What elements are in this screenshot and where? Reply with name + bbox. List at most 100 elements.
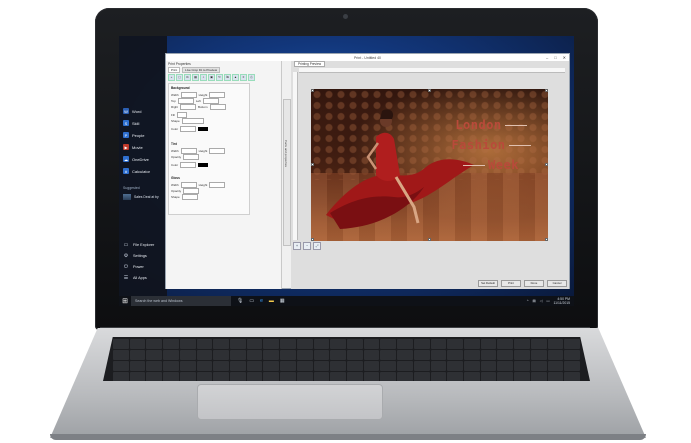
people-icon: P — [123, 132, 129, 138]
grid-icon[interactable]: ▦ — [192, 74, 199, 81]
laptop-lid: W Word S Skill P People ▶ Movie ☁ OneDri… — [95, 8, 598, 330]
start-power[interactable]: ⏻ Power — [123, 264, 144, 270]
resize-handle[interactable] — [545, 238, 548, 241]
shape-field[interactable] — [181, 118, 204, 124]
start-item-onedrive[interactable]: ☁ OneDrive — [123, 156, 149, 162]
clock[interactable]: 4:50 PM 11/11/2015 — [554, 297, 570, 305]
tint-swatch[interactable] — [198, 163, 209, 167]
top-field[interactable] — [177, 98, 194, 104]
keyboard-key — [464, 361, 480, 371]
keyboard-key — [497, 361, 514, 371]
start-all-apps[interactable]: ☰ All Apps — [123, 275, 147, 281]
resize-handle[interactable] — [428, 89, 431, 92]
keyboard-key — [246, 372, 263, 381]
tab-printing-preview[interactable]: Printing Preview — [294, 61, 326, 67]
start-file-explorer[interactable]: ▭ File Explorer — [123, 242, 155, 248]
set-default-button[interactable]: Set Default — [478, 280, 498, 287]
image-icon[interactable]: ▣ — [208, 74, 215, 81]
keyboard-key — [213, 372, 229, 381]
rotate-icon[interactable]: ↻ — [216, 74, 223, 81]
gloss-height-field[interactable] — [209, 182, 226, 188]
keyboard-key — [547, 350, 564, 360]
tint-width-field[interactable] — [180, 148, 197, 154]
windows-start-icon[interactable]: ⊞ — [119, 297, 131, 305]
tab-print[interactable]: Print — [168, 67, 181, 73]
field-label: Color — [171, 126, 179, 131]
keyboard-key — [113, 361, 129, 371]
start-item-label: Calculator — [132, 168, 151, 174]
color-field[interactable] — [180, 126, 197, 132]
color-icon[interactable]: ▲ — [232, 74, 239, 81]
chevron-up-icon[interactable]: ^ — [527, 299, 529, 303]
suggested-item[interactable]: Sales Deal at by — [123, 194, 159, 200]
gloss-shape-field[interactable] — [181, 194, 198, 200]
height-field[interactable] — [209, 92, 226, 98]
explorer-icon[interactable]: ▬ — [269, 298, 274, 304]
keyboard-key — [113, 350, 129, 360]
start-item-movie[interactable]: ▶ Movie — [123, 144, 143, 150]
panel-splitter[interactable]: Parts and properties — [283, 99, 291, 246]
task-view-icon[interactable]: ▭ — [249, 298, 254, 304]
tint-color-field[interactable] — [180, 162, 197, 168]
flip-icon[interactable]: ⇋ — [224, 74, 231, 81]
tint-height-field[interactable] — [209, 148, 226, 154]
left-field[interactable] — [202, 98, 219, 104]
print-icon[interactable]: ⎙ — [248, 74, 255, 81]
new-icon[interactable]: + — [168, 74, 175, 81]
keyboard-key — [480, 372, 497, 381]
copy-icon[interactable]: ⧉ — [184, 74, 191, 81]
keyboard-key — [146, 350, 163, 360]
gloss-width-field[interactable] — [180, 182, 197, 188]
keyboard-key — [347, 339, 363, 349]
color-swatch[interactable] — [198, 127, 209, 131]
start-item-label: OneDrive — [132, 156, 149, 162]
keyboard-key — [196, 372, 213, 381]
start-item-skill[interactable]: S Skill — [123, 120, 139, 126]
width-field[interactable] — [180, 92, 197, 98]
resize-handle[interactable] — [428, 238, 431, 241]
keyboard-key — [464, 350, 480, 360]
resize-handle[interactable] — [545, 89, 548, 92]
open-icon[interactable]: ▢ — [176, 74, 183, 81]
print-button[interactable]: Print — [501, 280, 521, 287]
zoom-in-icon[interactable]: + — [293, 242, 301, 250]
keyboard-key — [447, 339, 463, 349]
cancel-button[interactable]: Cancel — [547, 280, 567, 287]
properties-toolbar: + ▢ ⧉ ▦ ⌗ ▣ ↻ ⇋ ▲ ≡ ⎙ — [166, 73, 281, 82]
start-item-people[interactable]: P People — [123, 132, 144, 138]
store-icon[interactable]: ▦ — [280, 298, 285, 304]
keyboard-key — [497, 350, 514, 360]
resize-handle[interactable] — [545, 163, 548, 166]
resize-handle[interactable] — [311, 238, 314, 241]
keyboard-key — [413, 372, 430, 381]
bottom-field[interactable] — [209, 104, 226, 110]
tab-live-crop[interactable]: Live Crop Fit to Preview — [182, 67, 221, 73]
resize-handle[interactable] — [311, 163, 314, 166]
keyboard-key — [464, 339, 480, 349]
fit-icon[interactable]: ⤢ — [313, 242, 321, 250]
volume-icon[interactable]: ◁ — [540, 299, 543, 303]
start-item-calculator[interactable]: # Calculator — [123, 168, 150, 174]
taskbar-search[interactable]: Search the web and Windows — [131, 296, 231, 306]
network-icon[interactable]: ▤ — [532, 299, 535, 303]
layers-icon[interactable]: ≡ — [240, 74, 247, 81]
keyboard-key — [430, 350, 447, 360]
keyboard-key — [547, 339, 564, 349]
start-item-word[interactable]: W Word — [123, 108, 141, 114]
microphone-icon[interactable]: 🎙 — [237, 298, 243, 304]
crop-icon[interactable]: ⌗ — [200, 74, 207, 81]
start-settings[interactable]: ⚙ Settings — [123, 253, 147, 259]
window-titlebar: Print - Untitled 40 – □ ✕ — [166, 54, 569, 61]
message-icon[interactable]: ▭ — [546, 299, 549, 303]
gloss-opacity-field[interactable] — [183, 188, 200, 194]
right-field[interactable] — [180, 104, 197, 110]
fill-field[interactable] — [176, 112, 187, 118]
zoom-out-icon[interactable]: − — [303, 242, 311, 250]
resize-handle[interactable] — [311, 89, 314, 92]
preview-image[interactable]: London Fashion Week — [311, 89, 548, 241]
tint-opacity-field[interactable] — [183, 154, 200, 160]
system-item-label: Settings — [133, 254, 147, 258]
done-button[interactable]: Done — [524, 280, 544, 287]
edge-icon[interactable]: e — [260, 298, 263, 304]
keyboard-key — [129, 350, 146, 360]
